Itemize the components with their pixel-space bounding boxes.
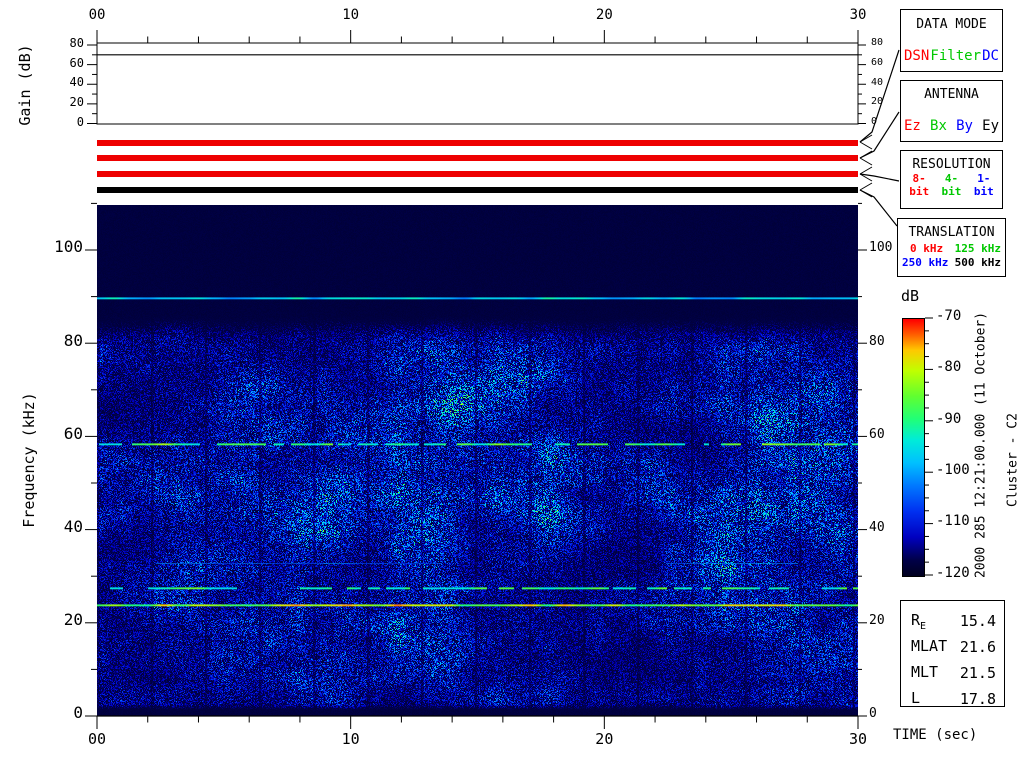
resolution-option-1bit: 1-bit: [973, 172, 994, 198]
ephemeris-label-mlat: MLAT: [911, 636, 948, 655]
gain-ytick-label-left: 40: [69, 75, 84, 90]
freq-ytick-label-left: 20: [63, 610, 83, 630]
translation-option-250khz: 250 kHz: [902, 256, 949, 269]
top-axis-tick-label: 30: [849, 6, 867, 23]
ephemeris-value-re: 15.4: [959, 612, 996, 630]
ephemeris-value-mlat: 21.6: [959, 638, 996, 656]
resolution-option-8bit: 8-bit: [909, 172, 930, 198]
ephemeris-value-l: 17.8: [959, 690, 996, 708]
time-axis-title: TIME (sec): [893, 727, 978, 743]
gain-ytick-label-left: 60: [69, 55, 84, 70]
freq-ytick-label-right: 80: [869, 333, 885, 349]
antenna-option-ey: Ey: [982, 118, 999, 134]
freq-ytick-label-right: 0: [869, 706, 877, 722]
gain-axis-title: Gain (dB): [16, 44, 34, 126]
spacecraft-annotation: Cluster - C2: [1005, 413, 1021, 507]
freq-ytick-label-left: 100: [54, 237, 83, 257]
translation-option-500khz: 500 kHz: [954, 256, 1001, 269]
ephemeris-value-mlt: 21.5: [959, 664, 996, 682]
gain-ytick-label-right: 20: [871, 96, 884, 108]
freq-ytick-label-left: 0: [73, 703, 83, 723]
freq-ytick-label-right: 20: [869, 613, 885, 629]
resolution-option-4bit: 4-bit: [941, 172, 962, 198]
antenna-option-ez: Ez: [904, 118, 921, 134]
translation-title: TRANSLATION: [908, 225, 995, 240]
colorbar-tick-label: -100: [936, 461, 970, 478]
gain-ytick-label-left: 0: [76, 114, 84, 129]
bottom-axis-tick-label: 20: [595, 730, 614, 749]
gain-ytick-label-right: 0: [871, 115, 878, 127]
data-mode-panel: DATA MODE DSN Filter DC: [900, 9, 1003, 72]
data-mode-option-dsn: DSN: [904, 48, 930, 64]
antenna-option-by: By: [956, 118, 973, 134]
ephemeris-row-l: L 17.8: [901, 686, 1004, 712]
colorbar-tick-label: -70: [936, 307, 962, 324]
bottom-axis-tick-label: 10: [341, 730, 360, 749]
spectrogram-canvas: [97, 205, 858, 716]
colorbar-tick-label: -120: [936, 564, 970, 581]
resolution-status-bar: [97, 171, 858, 177]
freq-ytick-label-right: 40: [869, 520, 885, 536]
colorbar-tick-label: -80: [936, 359, 962, 376]
resolution-title: RESOLUTION: [912, 157, 991, 172]
datetime-annotation: 2000 285 12:21:00.000 (11 October): [973, 311, 989, 579]
ephemeris-label-l: L: [911, 688, 921, 707]
antenna-title: ANTENNA: [924, 87, 979, 102]
gain-ytick-label-left: 20: [69, 94, 84, 109]
ephemeris-row-re: RE 15.4: [901, 608, 1004, 634]
translation-status-bar: [97, 187, 858, 193]
ephemeris-label-mlt: MLT: [911, 662, 939, 681]
ephemeris-row-mlat: MLAT 21.6: [901, 634, 1004, 660]
ephemeris-row-mlt: MLT 21.5: [901, 660, 1004, 686]
top-axis-tick-label: 00: [88, 6, 106, 23]
gain-ytick-label-right: 60: [871, 57, 884, 69]
data-mode-option-dc: DC: [982, 48, 999, 64]
wbd-plot-window: Gain (dB) Frequency (kHz) DATA MODE DSN …: [0, 0, 1024, 768]
bottom-axis-tick-label: 00: [87, 730, 107, 749]
colorbar-units-label: dB: [901, 287, 920, 305]
freq-ytick-label-left: 80: [63, 330, 83, 350]
data-mode-title: DATA MODE: [916, 17, 987, 32]
ephemeris-panel: RE 15.4 MLAT 21.6 MLT 21.5 L 17.8: [900, 600, 1005, 708]
translation-option-0khz: 0 kHz: [910, 242, 944, 255]
freq-ytick-label-left: 60: [63, 423, 83, 443]
colorbar-tick-label: -90: [936, 410, 962, 427]
freq-ytick-label-right: 100: [869, 240, 893, 256]
bottom-axis-tick-label: 30: [848, 730, 868, 749]
data-mode-status-bar: [97, 140, 858, 146]
ephemeris-label-re: RE: [911, 610, 927, 632]
antenna-option-bx: Bx: [930, 118, 947, 134]
top-axis-tick-label: 20: [595, 6, 613, 23]
translation-panel: TRANSLATION 0 kHz 125 kHz 250 kHz 500 kH…: [897, 218, 1006, 277]
freq-ytick-label-right: 60: [869, 426, 885, 442]
frequency-axis-title: Frequency (kHz): [20, 392, 38, 528]
data-mode-option-filter: Filter: [930, 48, 981, 64]
translation-option-125khz: 125 kHz: [954, 242, 1001, 255]
gain-ytick-label-left: 80: [69, 36, 84, 51]
gain-ytick-label-right: 40: [871, 76, 884, 88]
colorbar-canvas: [902, 318, 925, 577]
top-axis-tick-label: 10: [342, 6, 360, 23]
antenna-status-bar: [97, 155, 858, 161]
antenna-panel: ANTENNA Ez Bx By Ey: [900, 80, 1003, 142]
resolution-panel: RESOLUTION 8-bit 4-bit 1-bit: [900, 150, 1003, 209]
gain-ytick-label-right: 80: [871, 37, 884, 49]
colorbar-tick-label: -110: [936, 513, 970, 530]
freq-ytick-label-left: 40: [63, 517, 83, 537]
